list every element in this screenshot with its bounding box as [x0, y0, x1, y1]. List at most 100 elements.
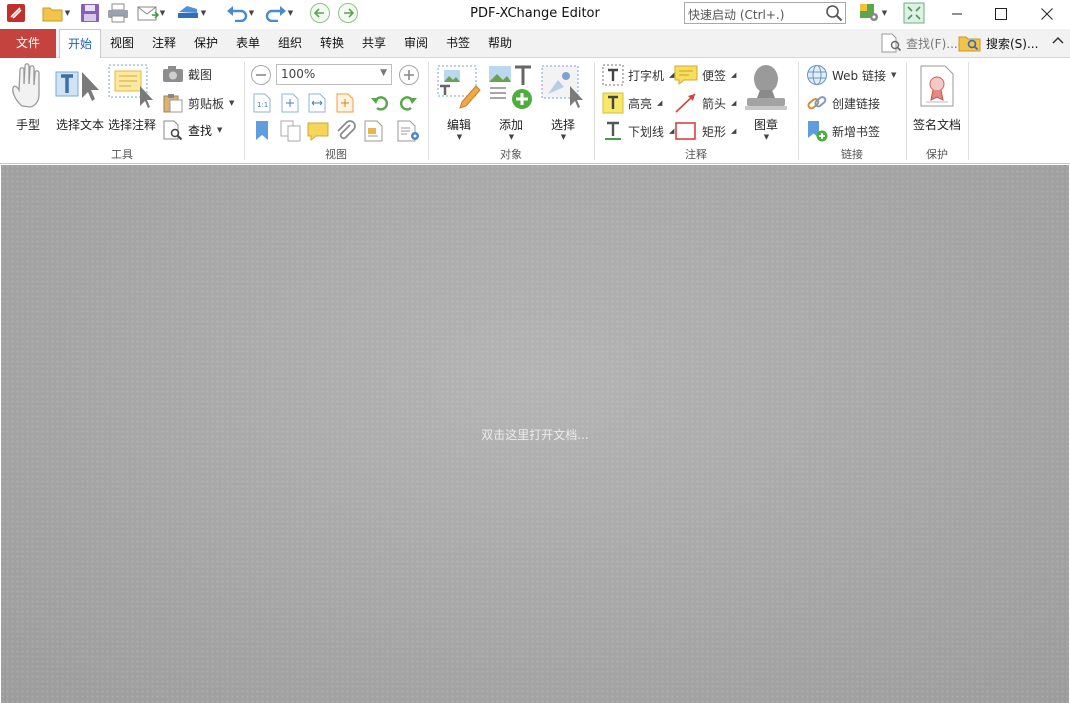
- web-links-label: Web 链接: [832, 68, 886, 83]
- fit-visible-icon[interactable]: [335, 93, 355, 113]
- tab-protect[interactable]: 保护: [187, 29, 225, 58]
- arrow-label: 箭头: [702, 96, 727, 111]
- tab-convert[interactable]: 转换: [313, 29, 351, 58]
- tab-form[interactable]: 表单: [229, 29, 267, 58]
- tab-organize[interactable]: 组织: [271, 29, 309, 58]
- open-folder-icon[interactable]: ▼: [38, 2, 74, 24]
- edit-button[interactable]: 编辑 ▼: [434, 62, 484, 141]
- thumbnails-icon[interactable]: [280, 120, 302, 142]
- underline-label: 下划线: [628, 124, 665, 139]
- document-workspace[interactable]: 双击这里打开文档...: [1, 165, 1069, 703]
- open-document-hint: 双击这里打开文档...: [481, 428, 589, 442]
- fit-width-icon[interactable]: [307, 93, 327, 113]
- stamp-button[interactable]: 图章 ▼: [740, 62, 792, 141]
- zoom-out-icon[interactable]: [250, 64, 272, 86]
- bookmark-icon[interactable]: [252, 120, 272, 142]
- add-bookmark-label: 新增书签: [832, 124, 881, 139]
- sign-document-button[interactable]: 签名文档: [910, 62, 964, 133]
- actual-size-icon[interactable]: 1:1: [252, 93, 272, 113]
- highlight-label: 高亮: [628, 96, 653, 111]
- tab-help[interactable]: 帮助: [481, 29, 519, 58]
- quick-launch-input[interactable]: 快速启动 (Ctrl+.): [684, 2, 846, 24]
- fullscreen-icon[interactable]: [902, 2, 926, 24]
- attachments-icon[interactable]: [335, 120, 357, 142]
- web-links-button[interactable]: Web 链接 ▼: [806, 64, 896, 86]
- typewriter-icon: [602, 64, 624, 86]
- back-icon[interactable]: [308, 2, 332, 24]
- select-text-button[interactable]: 选择文本: [54, 62, 106, 133]
- rotate-left-icon[interactable]: [369, 93, 391, 113]
- tab-view[interactable]: 视图: [103, 29, 141, 58]
- clipboard-icon: [163, 94, 183, 113]
- search-button[interactable]: 搜索(S)...: [958, 33, 1038, 53]
- tab-home[interactable]: 开始: [59, 29, 101, 59]
- add-button[interactable]: 添加 ▼: [486, 62, 536, 141]
- collapse-ribbon-icon[interactable]: [1052, 35, 1064, 45]
- snapshot-button[interactable]: 截图: [162, 65, 212, 83]
- find-tool-button[interactable]: 查找 ▼: [162, 120, 222, 140]
- tab-review[interactable]: 审阅: [397, 29, 435, 58]
- forward-icon[interactable]: [336, 2, 360, 24]
- highlight-icon: [602, 92, 624, 114]
- print-icon[interactable]: [106, 2, 130, 24]
- zoom-in-icon[interactable]: [398, 64, 420, 86]
- app-logo-icon[interactable]: [3, 2, 29, 24]
- find-icon: [163, 120, 183, 140]
- tab-share[interactable]: 共享: [355, 29, 393, 58]
- underline-button[interactable]: 下划线 ◢: [602, 120, 674, 142]
- hand-tool-label: 手型: [15, 118, 40, 132]
- ribbon-tab-bar: 文件 开始 视图 注释 保护 表单 组织 转换 共享 审阅 书签 帮助 查找(F…: [0, 29, 1070, 59]
- hand-icon: [12, 63, 40, 108]
- ui-options-icon[interactable]: ▼: [855, 2, 891, 24]
- group-label-tools: 工具: [111, 148, 133, 161]
- create-link-button[interactable]: 创建链接: [806, 92, 880, 114]
- select-comment-button[interactable]: 选择注释: [106, 62, 158, 133]
- save-icon[interactable]: [79, 2, 101, 24]
- rectangle-label: 矩形: [702, 124, 727, 139]
- rotate-right-icon[interactable]: [397, 93, 419, 113]
- sticky-note-button[interactable]: 便签 ◢: [674, 64, 736, 86]
- rectangle-button[interactable]: 矩形 ◢: [674, 120, 736, 142]
- arrow-button[interactable]: 箭头 ◢: [674, 92, 736, 114]
- undo-icon[interactable]: ▼: [222, 2, 258, 24]
- maximize-button[interactable]: [978, 0, 1024, 28]
- tab-bookmarks[interactable]: 书签: [439, 29, 477, 58]
- edit-label: 编辑: [446, 118, 471, 132]
- add-bookmark-button[interactable]: 新增书签: [806, 120, 880, 142]
- hand-tool-button[interactable]: 手型: [8, 62, 48, 133]
- find-button[interactable]: 查找(F)...: [880, 33, 958, 53]
- title-bar: ▼ ▼ ▼ ▼ ▼ PDF-XChange Editor 快速启动 (Ctrl+…: [0, 0, 1070, 28]
- select-object-button[interactable]: 选择 ▼: [538, 62, 588, 141]
- clipboard-label: 剪贴板: [188, 96, 225, 111]
- zoom-level-select[interactable]: 100% ▼: [276, 64, 392, 85]
- minimize-button[interactable]: [934, 0, 980, 28]
- find-tool-label: 查找: [188, 123, 213, 138]
- find-label: 查找(F)...: [906, 36, 958, 51]
- quick-launch-placeholder: 快速启动 (Ctrl+.): [688, 8, 785, 22]
- layers-icon[interactable]: [363, 120, 385, 142]
- select-object-icon: [541, 65, 583, 108]
- select-text-label: 选择文本: [55, 118, 104, 132]
- camera-icon: [163, 66, 183, 82]
- chevron-down-icon: ▼: [217, 126, 223, 134]
- highlight-button[interactable]: 高亮 ◢: [602, 92, 662, 114]
- stamp-label: 图章: [753, 118, 778, 132]
- fit-page-icon[interactable]: [280, 93, 300, 113]
- arrow-icon: [675, 93, 696, 113]
- chevron-down-icon: ◢: [657, 99, 663, 107]
- tab-file[interactable]: 文件: [0, 29, 56, 58]
- close-button[interactable]: [1024, 0, 1070, 28]
- stamp-icon: [745, 65, 787, 110]
- rectangle-icon: [675, 122, 696, 140]
- comments-pane-icon[interactable]: [307, 120, 329, 142]
- clipboard-button[interactable]: 剪贴板 ▼: [162, 93, 234, 113]
- scanner-icon[interactable]: ▼: [172, 2, 210, 24]
- search-icon[interactable]: [825, 4, 843, 25]
- add-bookmark-icon: [808, 121, 828, 142]
- tab-comment[interactable]: 注释: [145, 29, 183, 58]
- properties-pane-icon[interactable]: [397, 120, 421, 142]
- typewriter-button[interactable]: 打字机 ◢: [602, 64, 674, 86]
- chain-link-icon: [807, 96, 827, 110]
- email-icon[interactable]: ▼: [135, 2, 167, 24]
- redo-icon[interactable]: ▼: [261, 2, 297, 24]
